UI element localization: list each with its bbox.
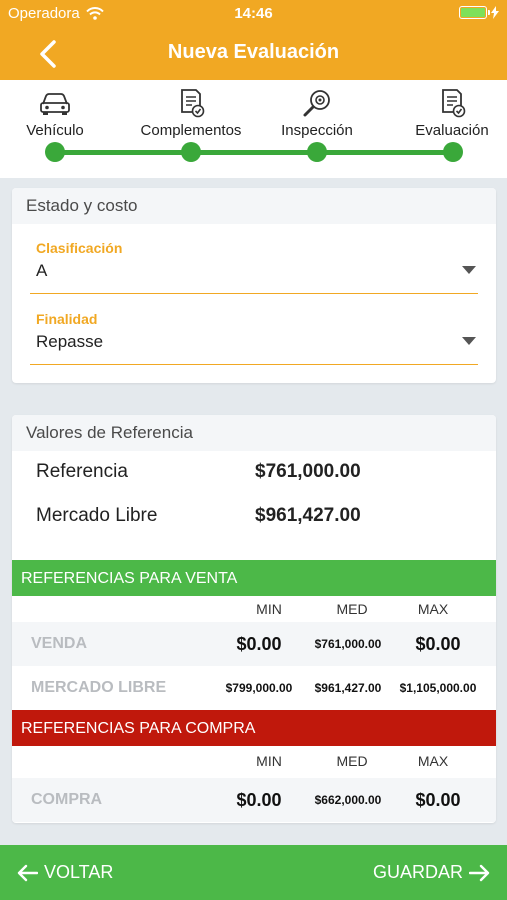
compra-column-headers: MIN MED MAX	[12, 748, 496, 774]
car-icon	[40, 93, 70, 115]
magnifier-icon	[303, 90, 330, 117]
row-label: COMPRA	[31, 791, 103, 808]
status-time: 14:46	[234, 5, 273, 22]
finalidad-value: Repasse	[36, 332, 104, 351]
guardar-label: GUARDAR	[372, 862, 463, 882]
table-row-mercado-libre: MERCADO LIBRE $799,000.00 $961,427.00 $1…	[12, 666, 496, 710]
charging-icon	[491, 6, 499, 19]
dropdown-arrow-icon	[462, 337, 476, 345]
venta-section-header: REFERENCIAS PARA VENTA	[12, 560, 496, 596]
battery-indicator	[459, 6, 499, 19]
step-dot	[443, 142, 463, 162]
referencia-row: Referencia $761,000.00	[36, 461, 476, 491]
step-dot	[307, 142, 327, 162]
step-vehiculo[interactable]: Vehículo	[0, 88, 115, 139]
document-check-icon	[442, 89, 466, 118]
table-row-venda: VENDA $0.00 $761,000.00 $0.00	[12, 622, 496, 666]
valores-card: Valores de Referencia Referencia $761,00…	[12, 415, 496, 823]
row-label: VENDA	[31, 635, 88, 652]
mercado-libre-value: $961,427.00	[255, 505, 361, 526]
compra-section-header: REFERENCIAS PARA COMPRA	[12, 710, 496, 746]
cell-max: $1,105,000.00	[399, 681, 477, 695]
step-evaluacion[interactable]: Evaluación	[392, 88, 507, 139]
mercado-libre-label: Mercado Libre	[36, 505, 158, 526]
step-label: Vehículo	[26, 122, 84, 139]
referencia-label: Referencia	[36, 461, 128, 482]
referencia-value: $761,000.00	[255, 461, 361, 482]
table-row-compra: COMPRA $0.00 $662,000.00 $0.00	[12, 778, 496, 822]
mercado-libre-row: Mercado Libre $961,427.00	[36, 505, 476, 535]
dropdown-arrow-icon	[462, 266, 476, 274]
guardar-button[interactable]: GUARDAR	[373, 845, 491, 900]
voltar-button[interactable]: VOLTAR	[16, 845, 113, 900]
arrow-right-icon	[469, 864, 490, 881]
clasificacion-value: A	[36, 261, 48, 280]
valores-card-header: Valores de Referencia	[12, 415, 496, 451]
footer-bar: VOLTAR GUARDAR	[0, 845, 507, 900]
estado-card: Estado y costo Clasificación A Finalidad…	[12, 188, 496, 383]
venta-column-headers: MIN MED MAX	[12, 596, 496, 622]
progress-stepper: Vehículo Complementos Inspección Evaluac…	[0, 80, 507, 178]
step-dot	[181, 142, 201, 162]
battery-icon	[459, 6, 490, 19]
column-header-max: MAX	[417, 601, 449, 617]
step-inspeccion[interactable]: Inspección	[257, 88, 377, 139]
row-label: MERCADO LIBRE	[31, 679, 167, 696]
step-label: Inspección	[281, 122, 353, 139]
finalidad-select[interactable]: Finalidad Repasse	[30, 295, 478, 365]
voltar-label: VOLTAR	[44, 862, 114, 882]
nav-bar: Nueva Evaluación	[0, 28, 507, 80]
step-label: Complementos	[140, 122, 242, 139]
status-bar: Operadora 14:46	[0, 0, 507, 28]
step-complementos[interactable]: Complementos	[131, 88, 251, 139]
arrow-left-icon	[17, 864, 38, 881]
page-title: Nueva Evaluación	[167, 41, 340, 63]
cell-max: $0.00	[415, 634, 461, 654]
step-dot	[45, 142, 65, 162]
document-check-icon	[181, 89, 205, 118]
finalidad-label: Finalidad	[36, 311, 98, 327]
clasificacion-select[interactable]: Clasificación A	[30, 224, 478, 294]
step-label: Evaluación	[415, 122, 489, 139]
estado-card-header: Estado y costo	[12, 188, 496, 224]
cell-max: $0.00	[415, 790, 461, 810]
clasificacion-label: Clasificación	[36, 240, 123, 256]
stepper-track	[55, 150, 453, 155]
column-header-max: MAX	[417, 753, 449, 769]
